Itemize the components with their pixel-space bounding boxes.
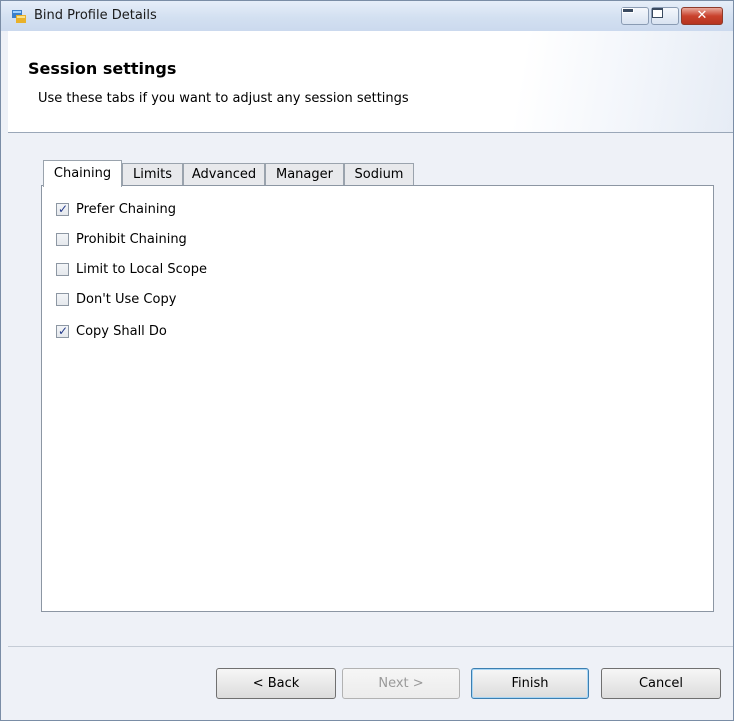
next-button[interactable]: Next > (342, 668, 460, 699)
tab-advanced[interactable]: Advanced (183, 163, 265, 185)
dialog-window: Bind Profile Details ✕ Session settings … (0, 0, 734, 721)
window-title: Bind Profile Details (34, 8, 157, 23)
checkbox[interactable] (56, 293, 69, 306)
finish-button[interactable]: Finish (471, 668, 589, 699)
checkbox[interactable]: ✓ (56, 202, 69, 216)
check-icon: ✓ (58, 202, 69, 216)
close-button[interactable]: ✕ (681, 7, 723, 25)
tab-limits[interactable]: Limits (122, 163, 183, 185)
app-icon (12, 10, 26, 23)
cancel-button[interactable]: Cancel (601, 668, 721, 699)
tab-manager[interactable]: Manager (265, 163, 344, 185)
page-title: Session settings (28, 59, 177, 78)
page-subtitle: Use these tabs if you want to adjust any… (38, 91, 409, 106)
checkbox-label: Prohibit Chaining (76, 232, 187, 247)
checkbox[interactable] (56, 233, 69, 246)
wizard-header: Session settings Use these tabs if you w… (8, 31, 733, 133)
checkbox[interactable] (56, 263, 69, 276)
tab-sodium[interactable]: Sodium (344, 163, 414, 185)
checkbox-label: Copy Shall Do (76, 324, 167, 339)
checkbox-label: Limit to Local Scope (76, 262, 207, 277)
checkbox[interactable]: ✓ (56, 324, 69, 338)
tab-panel-chaining: ✓ Prefer Chaining Prohibit Chaining Limi… (41, 185, 714, 612)
tab-chaining[interactable]: Chaining (43, 160, 122, 187)
title-bar[interactable]: Bind Profile Details ✕ (1, 1, 733, 31)
close-icon: ✕ (696, 8, 708, 23)
minimize-icon (622, 8, 634, 13)
checkbox-label: Prefer Chaining (76, 202, 176, 217)
checkbox-label: Don't Use Copy (76, 292, 177, 307)
minimize-button[interactable] (621, 7, 649, 25)
maximize-icon (652, 8, 663, 18)
maximize-button[interactable] (651, 7, 679, 25)
check-icon: ✓ (58, 324, 69, 338)
back-button[interactable]: < Back (216, 668, 336, 699)
